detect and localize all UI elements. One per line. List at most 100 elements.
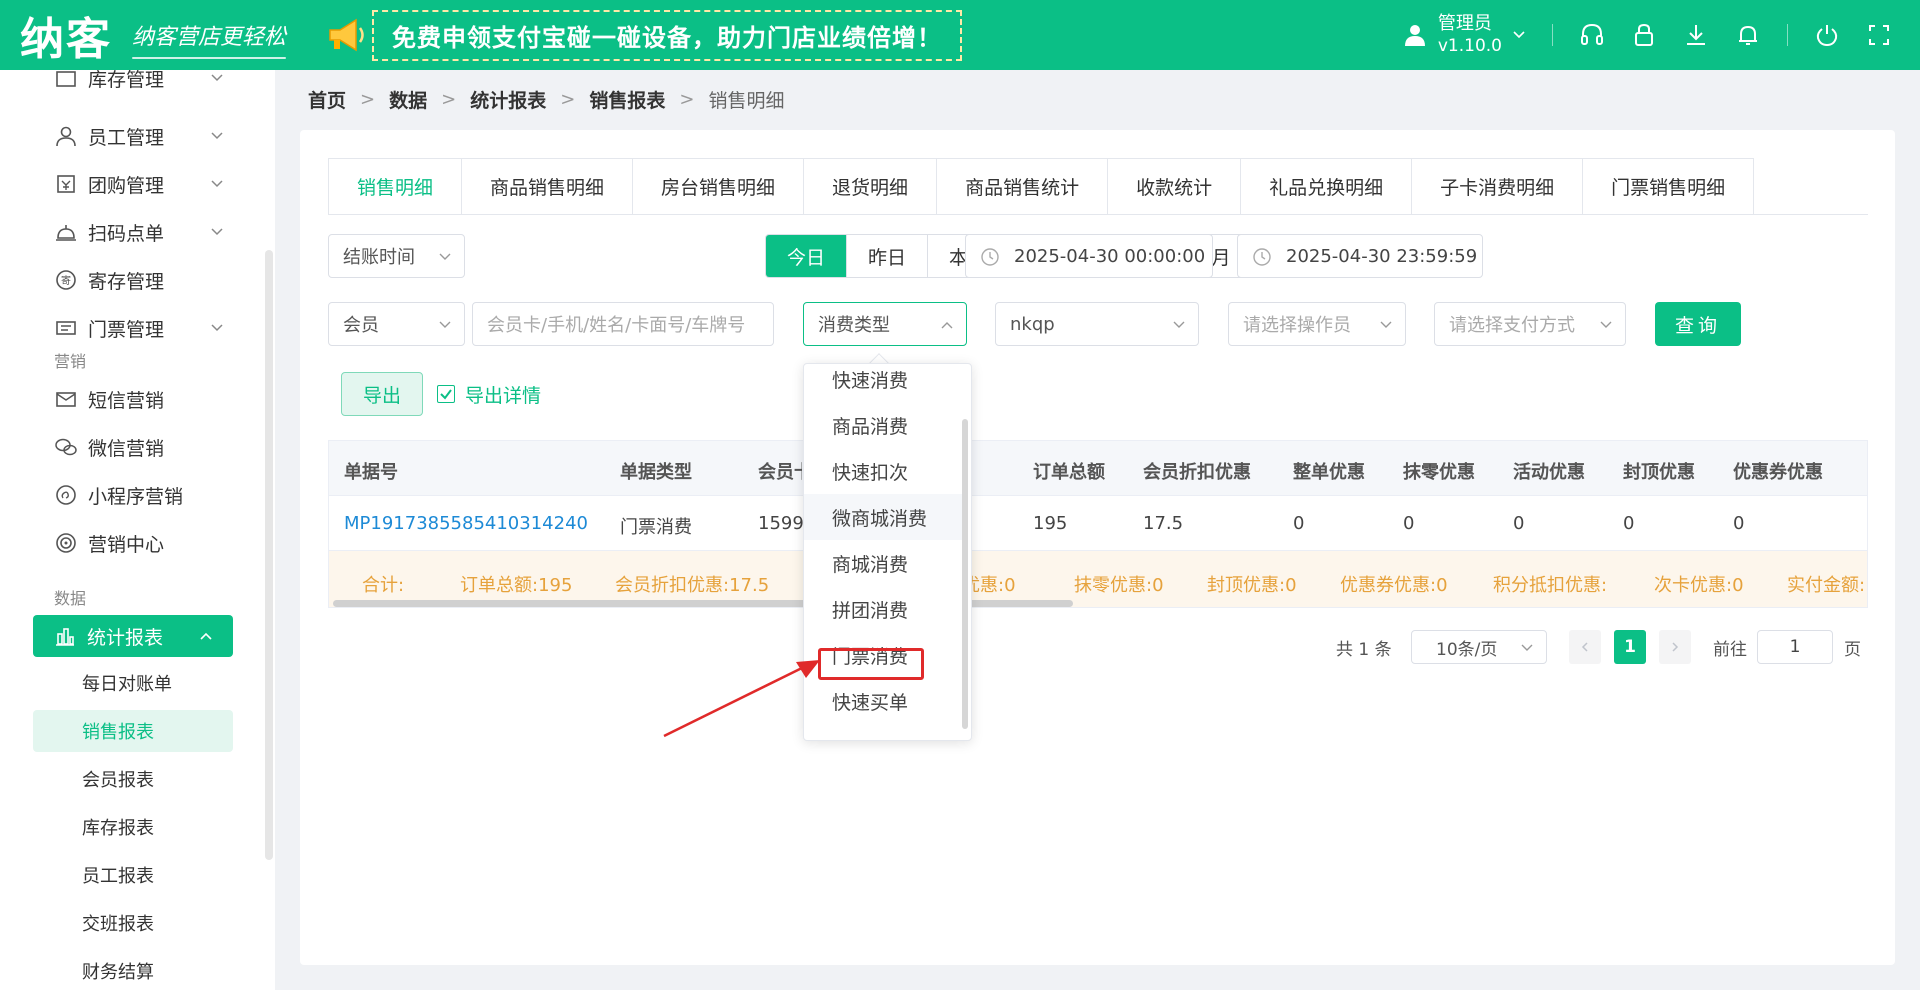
- sidebar-item-label: 营销中心: [88, 533, 165, 556]
- highlight-box: [818, 648, 924, 680]
- goto-page-input[interactable]: 1: [1757, 630, 1833, 664]
- sidebar-item-label: 统计报表: [87, 626, 164, 649]
- start-date-value: 2025-04-30 00:00:00: [1014, 245, 1206, 267]
- sidebar-item-sms[interactable]: 短信营销: [54, 379, 224, 419]
- tab-goods-sales-stats[interactable]: 商品销售统计: [937, 159, 1109, 214]
- chevron-down-icon: [1600, 321, 1612, 328]
- option-group-consume[interactable]: 拼团消费: [804, 586, 964, 632]
- chevron-down-icon: [211, 324, 223, 332]
- time-type-value: 结账时间: [343, 247, 415, 268]
- member-discount-cell: 17.5: [1143, 513, 1184, 534]
- tab-room-sales-detail[interactable]: 房台销售明细: [633, 159, 805, 214]
- user-menu[interactable]: 管理员 v1.10.0: [1402, 13, 1526, 57]
- period-yesterday[interactable]: 昨日: [847, 235, 928, 277]
- breadcrumb-sales-report[interactable]: 销售报表: [589, 86, 665, 113]
- consume-type-select[interactable]: 消费类型: [803, 302, 967, 346]
- tab-sales-detail[interactable]: 销售明细: [329, 159, 463, 214]
- tab-ticket-sales-detail[interactable]: 门票销售明细: [1583, 159, 1753, 214]
- bell-icon[interactable]: [1735, 22, 1761, 48]
- start-date-picker[interactable]: 2025-04-30 00:00:00: [965, 234, 1213, 278]
- export-button[interactable]: 导出: [341, 372, 423, 416]
- chevron-down-icon: [1513, 31, 1525, 39]
- chevron-right-icon: >: [360, 89, 376, 110]
- next-page-button[interactable]: [1659, 630, 1691, 664]
- sidebar-item-storage[interactable]: 寄 寄存管理: [54, 260, 224, 300]
- sidebar-sub-daily-reconcile[interactable]: 每日对账单: [82, 662, 172, 704]
- sidebar-item-groupbuy[interactable]: 团购管理: [54, 164, 224, 204]
- member-search-input[interactable]: 会员卡/手机/姓名/卡面号/车牌号: [472, 302, 774, 346]
- tabs-divider: [328, 214, 1868, 215]
- sidebar-item-staff[interactable]: 员工管理: [54, 116, 224, 156]
- dropdown-scrollbar[interactable]: [962, 419, 968, 729]
- sidebar-item-marketing-center[interactable]: 营销中心: [54, 523, 224, 563]
- col-coupon-discount: 优惠券优惠: [1733, 462, 1823, 483]
- summary-total: 订单总额:195: [460, 575, 573, 596]
- headset-icon[interactable]: [1579, 22, 1605, 48]
- sidebar: 库存管理 员工管理 团购管理 扫码点单 寄 寄存管理 门票管理 营销 短信营销 …: [0, 70, 275, 990]
- power-icon[interactable]: [1814, 22, 1840, 48]
- breadcrumb-home[interactable]: 首页: [308, 86, 346, 113]
- chevron-down-icon: [211, 228, 223, 236]
- summary-label: 合计:: [362, 575, 405, 596]
- query-button[interactable]: 查询: [1655, 302, 1741, 346]
- sidebar-sub-sales-report[interactable]: 销售报表: [33, 710, 233, 752]
- chevron-right-icon: >: [441, 89, 457, 110]
- page-size-select[interactable]: 10条/页: [1411, 630, 1547, 664]
- tab-subcard-detail[interactable]: 子卡消费明细: [1412, 159, 1584, 214]
- sidebar-sub-inventory-report[interactable]: 库存报表: [82, 806, 154, 848]
- breadcrumb-data[interactable]: 数据: [389, 86, 427, 113]
- tab-gift-exchange-detail[interactable]: 礼品兑换明细: [1241, 159, 1413, 214]
- download-icon[interactable]: [1683, 22, 1709, 48]
- sidebar-item-inventory[interactable]: 库存管理: [54, 70, 224, 98]
- option-mall-consume[interactable]: 商城消费: [804, 540, 964, 586]
- order-no-link[interactable]: MP1917385585410314240: [344, 513, 588, 534]
- end-date-picker[interactable]: 2025-04-30 23:59:59: [1237, 234, 1483, 278]
- consume-type-value: 消费类型: [818, 315, 890, 336]
- top-header: 纳客 纳客营店更轻松 免费申领支付宝碰一碰设备，助力门店业绩倍增！ 管理员 v1…: [0, 0, 1920, 70]
- time-type-select[interactable]: 结账时间: [328, 234, 465, 278]
- col-order-no: 单据号: [344, 462, 398, 483]
- tab-payment-stats[interactable]: 收款统计: [1108, 159, 1242, 214]
- prev-page-button[interactable]: [1569, 630, 1601, 664]
- sidebar-sub-member-report[interactable]: 会员报表: [82, 758, 154, 800]
- sidebar-item-statistics[interactable]: 统计报表: [33, 615, 233, 657]
- option-quick-deduct[interactable]: 快速扣次: [804, 448, 964, 494]
- red-arrow-annotation: [663, 660, 820, 738]
- tab-goods-sales-detail[interactable]: 商品销售明细: [462, 159, 634, 214]
- summary-coupon-discount: 优惠券优惠:0: [1340, 575, 1448, 596]
- option-micro-mall[interactable]: 微商城消费: [804, 494, 964, 540]
- page-number-current[interactable]: 1: [1614, 630, 1646, 664]
- breadcrumb-statistics[interactable]: 统计报表: [470, 86, 546, 113]
- sidebar-sub-shift-report[interactable]: 交班报表: [82, 902, 154, 944]
- miniapp-icon: [56, 485, 76, 505]
- store-select[interactable]: nkqp: [995, 302, 1199, 346]
- tab-return-detail[interactable]: 退货明细: [804, 159, 938, 214]
- sidebar-item-label: 微信营销: [88, 437, 165, 460]
- sidebar-item-scan-order[interactable]: 扫码点单: [54, 212, 224, 252]
- member-type-select[interactable]: 会员: [328, 302, 465, 346]
- fullscreen-icon[interactable]: [1866, 22, 1892, 48]
- sidebar-sub-staff-report[interactable]: 员工报表: [82, 854, 154, 896]
- payment-method-select[interactable]: 请选择支付方式: [1434, 302, 1626, 346]
- end-date-value: 2025-04-30 23:59:59: [1286, 245, 1478, 267]
- export-detail-checkbox[interactable]: [437, 385, 455, 403]
- storage-icon: 寄: [56, 270, 76, 290]
- period-today[interactable]: 今日: [766, 235, 847, 277]
- operator-select[interactable]: 请选择操作员: [1228, 302, 1406, 346]
- summary-round-discount: 抹零优惠:0: [1074, 575, 1164, 596]
- option-quick-consume[interactable]: 快速消费: [804, 364, 964, 402]
- sidebar-item-miniapp[interactable]: 小程序营销: [54, 475, 224, 515]
- bell-service-icon: [56, 225, 76, 241]
- option-goods-consume[interactable]: 商品消费: [804, 402, 964, 448]
- page-size-value: 10条/页: [1436, 639, 1498, 660]
- sidebar-sub-finance[interactable]: 财务结算: [82, 950, 154, 990]
- sidebar-scrollbar[interactable]: [265, 250, 273, 860]
- sidebar-item-wechat[interactable]: 微信营销: [54, 427, 224, 467]
- export-detail-label[interactable]: 导出详情: [465, 381, 541, 408]
- sidebar-group-marketing: 营销: [54, 352, 87, 371]
- table-row[interactable]: MP1917385585410314240 门票消费 1599 195 17.5…: [329, 496, 1867, 551]
- member-cell: 1599: [758, 513, 804, 534]
- promo-banner[interactable]: 免费申领支付宝碰一碰设备，助力门店业绩倍增！: [372, 9, 963, 61]
- sidebar-item-ticket[interactable]: 门票管理: [54, 308, 224, 348]
- lock-icon[interactable]: [1631, 22, 1657, 48]
